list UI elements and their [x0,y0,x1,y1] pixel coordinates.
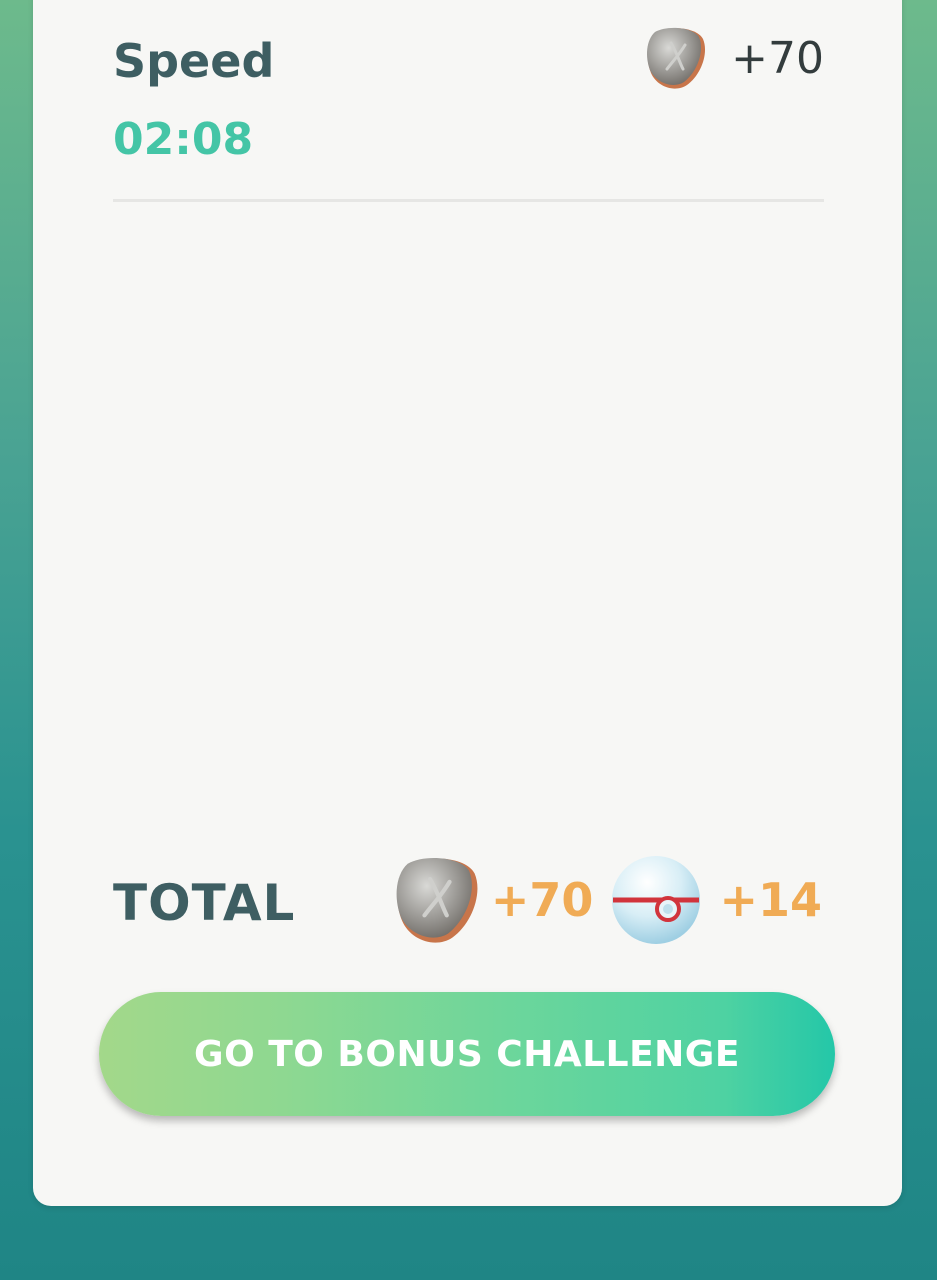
meta-stone-icon [643,25,709,91]
meta-stone-icon [391,853,483,947]
go-to-bonus-challenge-label: GO TO BONUS CHALLENGE [194,1033,740,1075]
go-to-bonus-challenge-button[interactable]: GO TO BONUS CHALLENGE [99,992,835,1116]
total-rewards: +70 +14 [391,850,822,950]
total-stone-amount: +70 [490,873,594,927]
results-card: Speed +70 02:08 TOTAL +70 +14 GO TO BONU… [33,0,902,1206]
speed-reward-amount: +70 [731,32,824,84]
total-label: TOTAL [113,874,296,932]
speed-time: 02:08 [113,114,254,165]
divider [113,199,824,202]
speed-reward: +70 [643,22,824,94]
total-ball-amount: +14 [719,873,822,927]
speed-label: Speed [113,34,275,88]
premier-ball-icon [609,853,703,947]
